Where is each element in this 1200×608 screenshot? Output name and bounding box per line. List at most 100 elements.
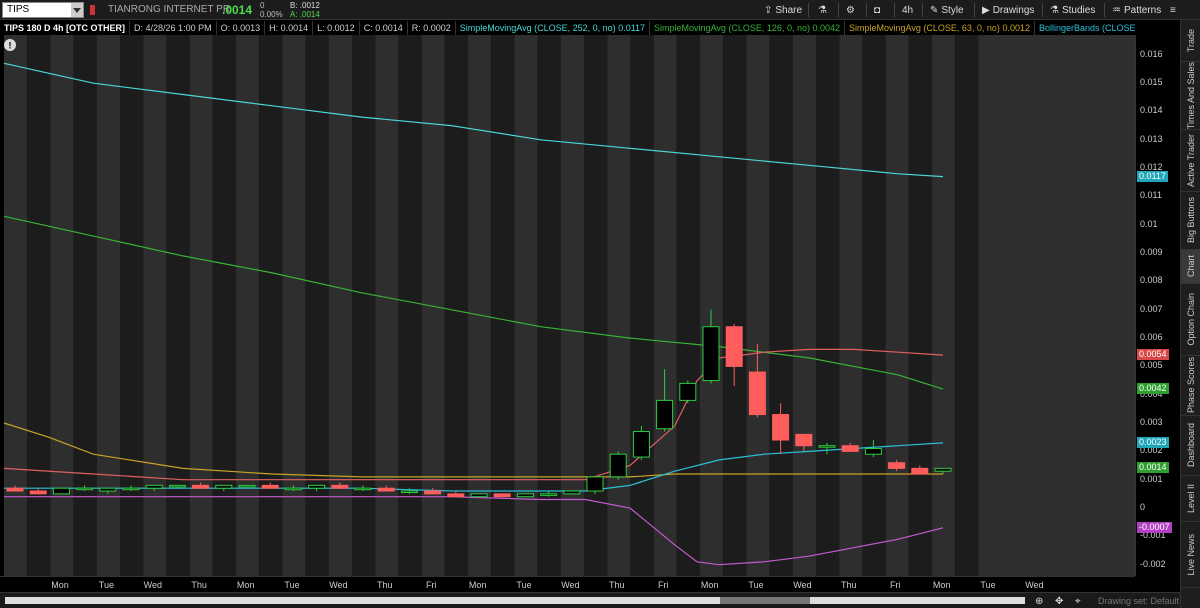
price-tick: 0.016 xyxy=(1140,48,1163,59)
style-button[interactable]: ✎ Style xyxy=(930,2,964,18)
candle-body xyxy=(400,490,418,494)
menu-button[interactable]: ≡ xyxy=(1170,2,1176,18)
sidebar-tab-option-chain[interactable]: Option Chain xyxy=(1181,284,1200,356)
share-icon: ⇪ xyxy=(764,4,773,16)
candle-body xyxy=(76,487,94,491)
session-band xyxy=(236,35,260,576)
flask-button[interactable]: ⚗ xyxy=(818,2,827,18)
price-tick: 0.006 xyxy=(1140,332,1163,343)
time-tick: Fri xyxy=(889,580,901,590)
zoom-button[interactable]: ⊕ xyxy=(1035,593,1043,608)
candle-body xyxy=(377,487,395,492)
studies-button[interactable]: ⚗ Studies xyxy=(1050,2,1095,18)
info-icon[interactable]: ! xyxy=(4,39,16,51)
sidebar-tab-dashboard[interactable]: Dashboard xyxy=(1181,416,1200,476)
candle-body xyxy=(609,453,627,478)
study-sma252[interactable]: SimpleMovingAvg (CLOSE, 252, 0, no) 0.01… xyxy=(456,21,651,35)
sidebar-tab-trade[interactable]: Trade xyxy=(1181,20,1200,62)
symbol-selector[interactable]: TIPS xyxy=(2,2,84,18)
candle-body xyxy=(424,490,442,495)
timeframe-button[interactable]: 4h xyxy=(902,2,913,18)
flag-icon[interactable] xyxy=(90,5,95,15)
candle-body xyxy=(748,371,766,416)
time-tick: Mon xyxy=(700,580,719,590)
candle-body xyxy=(841,445,859,452)
time-tick: Tue xyxy=(980,580,996,590)
camera-button[interactable]: ◘ xyxy=(874,2,880,18)
candle-body xyxy=(215,484,233,489)
pan-icon: ✥ xyxy=(1055,595,1064,607)
candle-body xyxy=(540,493,558,496)
candle-body xyxy=(261,484,279,489)
sidebar-tab-live-news[interactable]: Live News xyxy=(1181,522,1200,588)
session-band xyxy=(955,35,979,576)
session-band xyxy=(398,35,422,576)
study-sma126[interactable]: SimpleMovingAvg (CLOSE, 126, 0, no) 0.00… xyxy=(650,21,846,35)
session-band xyxy=(120,35,144,576)
study-bollinger[interactable]: BollingerBands (CLOSE, 0, 20,... xyxy=(1035,21,1135,35)
price-badge: -0.0007 xyxy=(1137,521,1172,533)
drawings-button[interactable]: ▶ Drawings xyxy=(982,2,1034,18)
session-band xyxy=(700,35,724,576)
sidebar-tab-times-and-sales[interactable]: Times And Sales xyxy=(1181,62,1200,130)
camera-icon: ◘ xyxy=(874,4,881,16)
chart-title: TIPS 180 D 4h [OTC OTHER] xyxy=(0,21,131,35)
bar-date: D: 4/28/26 1:00 PM xyxy=(130,21,217,35)
change-value: 0 xyxy=(260,1,265,10)
price-axis[interactable]: 0.016 0.015 0.014 0.013 0.012 0.011 0.01 0.009 0… xyxy=(1135,35,1180,576)
ask-value: A: .0014 xyxy=(290,10,320,19)
price-tick: 0.009 xyxy=(1140,247,1163,258)
horizontal-scrollbar[interactable] xyxy=(5,597,1025,604)
price-chart[interactable]: ! xyxy=(0,35,1135,576)
price-tick: 0.003 xyxy=(1140,417,1163,428)
candle-body xyxy=(192,484,210,489)
session-band xyxy=(607,35,631,576)
candle xyxy=(470,493,488,498)
time-tick: Wed xyxy=(329,580,348,590)
sidebar-tab-phase-scores[interactable]: Phase Scores xyxy=(1181,356,1200,416)
session-band xyxy=(746,35,770,576)
main-toolbar: TIPS TIANRONG INTERNET PR .0014 0 0.00% … xyxy=(0,0,1200,20)
bar-low: L: 0.0012 xyxy=(313,21,360,35)
zoom-icon: ⊕ xyxy=(1035,595,1044,607)
price-tick: 0.001 xyxy=(1140,473,1163,484)
candle xyxy=(563,490,581,495)
chart-info-bar: TIPS 180 D 4h [OTC OTHER] D: 4/28/26 1:00… xyxy=(0,21,1135,35)
time-tick: Wed xyxy=(793,580,812,590)
candle-body xyxy=(586,476,604,492)
session-band xyxy=(189,35,213,576)
sidebar-tab-big-buttons[interactable]: Big Buttons xyxy=(1181,192,1200,250)
sidebar-tab-level-ii[interactable]: Level II xyxy=(1181,476,1200,522)
crosshair-icon: ⌖ xyxy=(1075,595,1081,607)
candle-body xyxy=(818,445,836,448)
session-band xyxy=(885,35,909,576)
price-tick: 0.01 xyxy=(1140,218,1158,229)
scrollbar-thumb[interactable] xyxy=(720,597,810,604)
sidebar-tab-active-trader[interactable]: Active Trader xyxy=(1181,130,1200,192)
time-tick: Tue xyxy=(98,580,114,590)
study-sma63[interactable]: SimpleMovingAvg (CLOSE, 63, 0, no) 0.001… xyxy=(845,21,1035,35)
chevron-down-icon[interactable] xyxy=(71,3,83,17)
patterns-button[interactable]: ♒ Patterns xyxy=(1112,2,1161,18)
bottom-bar: ⊕ ✥ ⌖ Drawing set: Default xyxy=(0,592,1180,608)
time-tick: Tue xyxy=(516,580,532,590)
future-area xyxy=(988,35,1135,576)
candle-body xyxy=(702,326,720,382)
candle-body xyxy=(122,487,140,491)
pan-button[interactable]: ✥ xyxy=(1055,593,1063,608)
session-band xyxy=(259,35,283,576)
sidebar-tab-chart[interactable]: Chart xyxy=(1181,250,1200,284)
candle-body xyxy=(679,382,697,401)
bar-close: C: 0.0014 xyxy=(360,21,408,35)
candle xyxy=(493,493,511,498)
session-band xyxy=(166,35,190,576)
settings-button[interactable]: ⚙ xyxy=(846,2,855,18)
bid-ask: B: .0012 A: .0014 xyxy=(290,1,320,19)
time-tick: Mon xyxy=(468,580,487,590)
share-button[interactable]: ⇪ Share xyxy=(764,2,802,18)
crosshair-button[interactable]: ⌖ xyxy=(1075,593,1081,608)
drawing-set-label[interactable]: Drawing set: Default xyxy=(1098,596,1179,606)
candle-body xyxy=(470,493,488,498)
time-axis[interactable]: Mon Tue Wed Thu Mon Tue Wed Thu Fri Mon Tue Wed Thu F… xyxy=(0,576,1135,592)
price-tick: 0.013 xyxy=(1140,133,1163,144)
